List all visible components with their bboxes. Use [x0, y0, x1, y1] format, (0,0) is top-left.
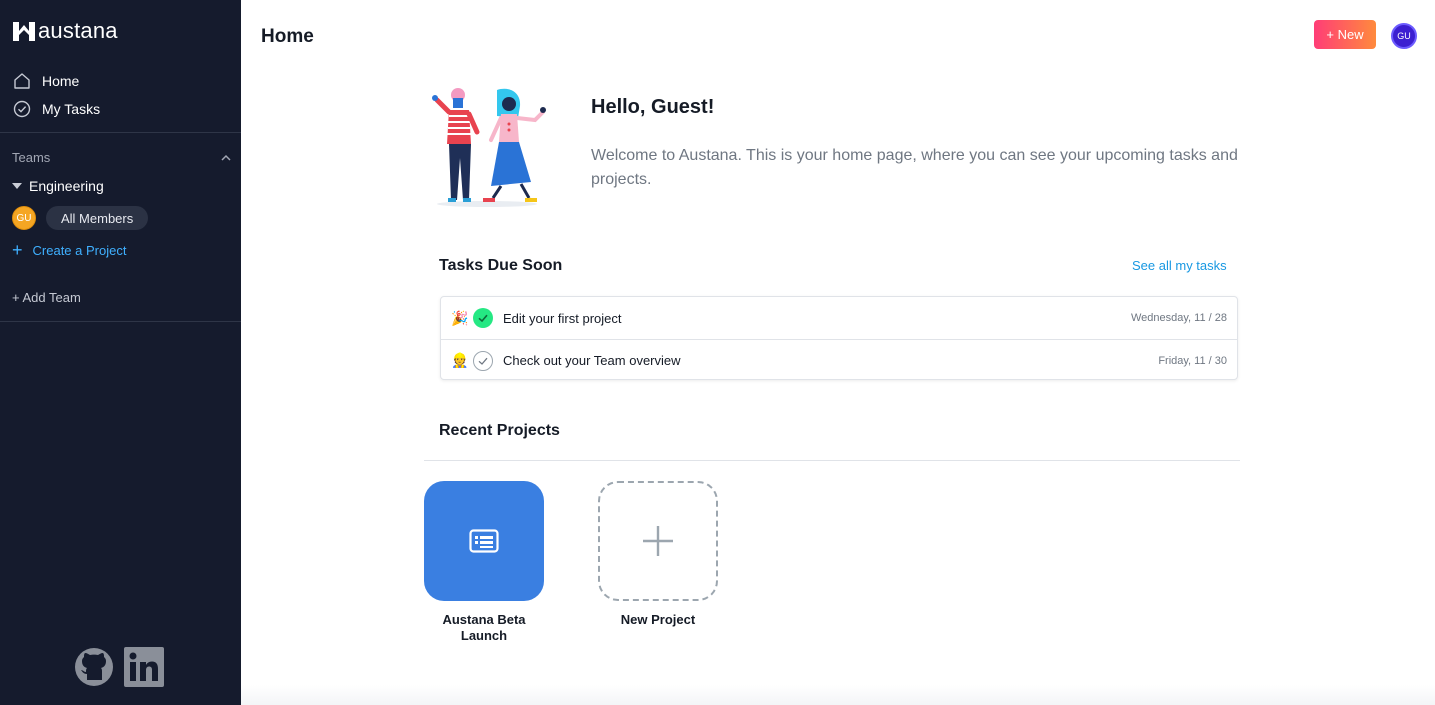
sidebar-divider	[0, 132, 241, 133]
new-button[interactable]: + New	[1314, 20, 1376, 49]
task-complete-checkbox[interactable]	[473, 308, 493, 328]
sidebar-divider	[0, 321, 241, 322]
add-team-link[interactable]: + Add Team	[12, 290, 81, 305]
checkmark-icon	[478, 357, 488, 365]
task-name: Edit your first project	[503, 310, 622, 326]
teams-section-header[interactable]: Teams	[12, 150, 232, 165]
greeting-message: Welcome to Austana. This is your home pa…	[591, 147, 1238, 188]
member-avatar[interactable]: GU	[12, 206, 36, 230]
austana-logo-icon	[13, 22, 35, 41]
recent-projects-heading: Recent Projects	[439, 422, 560, 439]
new-project-tile[interactable]	[598, 481, 718, 601]
welcome-illustration	[432, 88, 546, 207]
section-divider	[424, 460, 1240, 461]
caret-down-icon	[12, 183, 22, 189]
team-engineering[interactable]: Engineering	[12, 178, 104, 194]
social-links	[74, 647, 174, 687]
team-name: Engineering	[29, 178, 104, 194]
project-list-icon	[469, 529, 499, 553]
project-name[interactable]: Austana Beta Launch	[424, 612, 544, 644]
plus-icon	[643, 526, 673, 556]
create-project-label: Create a Project	[32, 242, 127, 258]
task-name: Check out your Team overview	[503, 353, 681, 368]
home-icon	[12, 71, 32, 91]
chevron-up-icon[interactable]	[220, 152, 232, 164]
task-due-date: Wednesday, 11 / 28	[1130, 312, 1227, 324]
sidebar: austana Home My Tasks Teams Engineering …	[0, 0, 241, 705]
all-members-button[interactable]: All Members	[46, 206, 149, 230]
construction-worker-icon: 👷	[451, 352, 469, 368]
bottom-fade	[241, 685, 1435, 705]
linkedin-icon[interactable]	[124, 647, 164, 687]
brand-name: austana	[38, 18, 118, 43]
create-project-link[interactable]: + Create a Project	[12, 240, 127, 260]
user-avatar[interactable]: GU	[1391, 23, 1417, 49]
task-row[interactable]: 🎉 Edit your first project Wednesday, 11 …	[441, 297, 1237, 339]
tasks-heading: Tasks Due Soon	[439, 257, 563, 274]
greeting-title: Hello, Guest!	[591, 96, 715, 118]
task-due-date: Friday, 11 / 30	[1158, 354, 1227, 367]
teams-heading: Teams	[12, 150, 51, 165]
task-row[interactable]: 👷 Check out your Team overview Friday, 1…	[441, 339, 1237, 381]
party-popper-icon: 🎉	[451, 309, 469, 326]
brand-logo[interactable]: austana	[12, 18, 118, 44]
plus-icon: +	[12, 240, 23, 260]
github-icon[interactable]	[74, 647, 114, 687]
nav-home-label: Home	[42, 73, 80, 89]
nav-my-tasks[interactable]: My Tasks	[12, 98, 100, 120]
checkmark-icon	[478, 314, 488, 323]
tasks-list: 🎉 Edit your first project Wednesday, 11 …	[440, 296, 1238, 380]
task-complete-checkbox[interactable]	[473, 350, 493, 371]
check-circle-icon	[12, 99, 32, 119]
nav-home[interactable]: Home	[12, 70, 79, 92]
team-members-row: GU All Members	[12, 206, 149, 230]
page-title: Home	[261, 26, 314, 47]
project-tile[interactable]	[424, 481, 544, 601]
new-project-label[interactable]: New Project	[598, 612, 718, 628]
see-all-tasks-link[interactable]: See all my tasks	[1132, 258, 1227, 273]
nav-my-tasks-label: My Tasks	[42, 101, 101, 117]
